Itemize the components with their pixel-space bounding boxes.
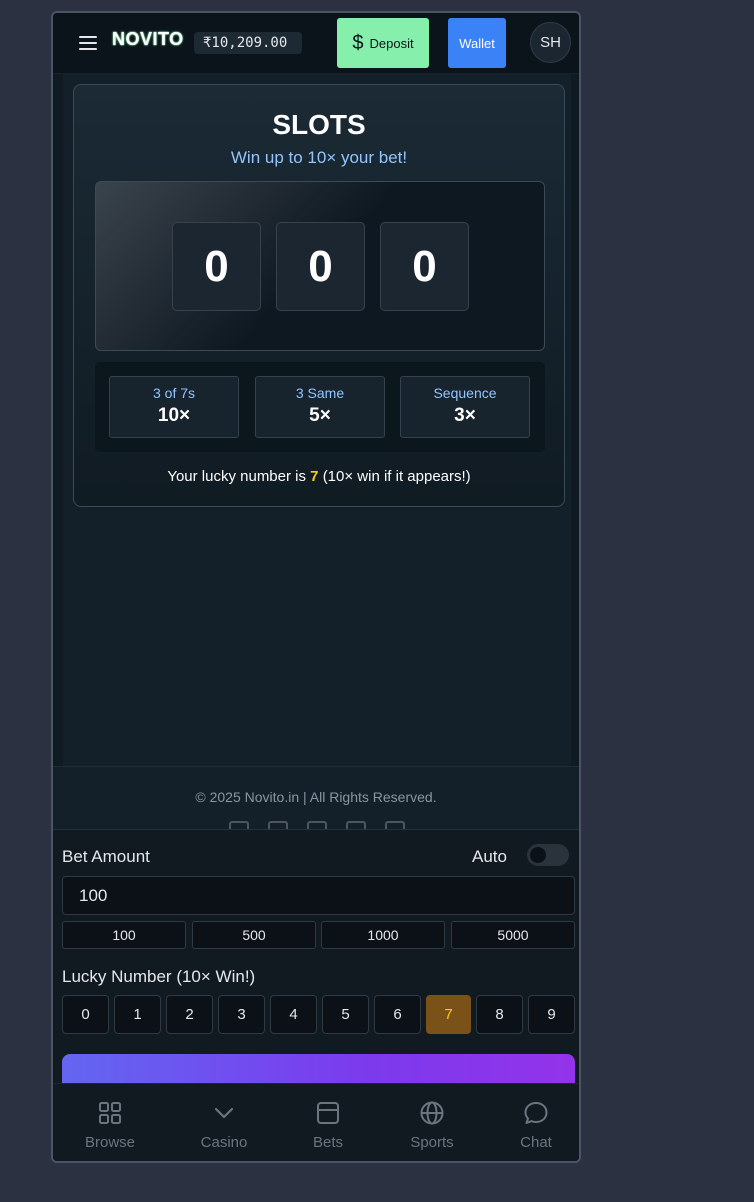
lucky-number-8[interactable]: 8	[476, 995, 523, 1034]
payout-multiplier: 5×	[309, 405, 331, 426]
lucky-prefix: Your lucky number is	[167, 468, 306, 485]
top-header: NOVITO ₹10,209.00 $ Deposit Wallet SH	[53, 13, 579, 74]
nav-browse[interactable]: Browse	[70, 1100, 150, 1151]
nav-label: Bets	[312, 1134, 343, 1151]
hamburger-menu-icon[interactable]	[79, 36, 97, 50]
lucky-number-5[interactable]: 5	[322, 995, 369, 1034]
nav-sports[interactable]: Sports	[392, 1100, 472, 1151]
copyright-text: © 2025 Novito.in | All Rights Reserved.	[195, 789, 437, 805]
reel-1: 0	[172, 222, 261, 311]
reel-window: 0 0 0	[95, 181, 545, 351]
deposit-button[interactable]: $ Deposit	[337, 18, 429, 68]
payout-three-same: 3 Same 5×	[255, 376, 385, 438]
payout-label: 3 Same	[295, 385, 345, 401]
nav-bets[interactable]: Bets	[288, 1100, 368, 1151]
chat-bubble-icon	[524, 1102, 548, 1124]
bet-amount-label: Bet Amount	[62, 847, 150, 866]
grid-icon	[99, 1102, 121, 1124]
payout-multiplier: 10×	[157, 405, 191, 426]
quick-bet-500[interactable]: 500	[192, 921, 316, 949]
quick-bet-100[interactable]: 100	[62, 921, 186, 949]
ticket-icon	[317, 1102, 339, 1124]
deposit-label: Deposit	[369, 35, 414, 51]
nav-label: Browse	[84, 1134, 136, 1151]
payout-table: 3 of 7s 10× 3 Same 5× Sequence 3×	[95, 362, 545, 452]
payout-label: 3 of 7s	[152, 385, 196, 401]
nav-casino[interactable]: Casino	[184, 1100, 264, 1151]
nav-label: Chat	[520, 1134, 552, 1151]
payout-multiplier: 3×	[454, 405, 476, 426]
app-frame: NOVITO ₹10,209.00 $ Deposit Wallet SH SL…	[51, 11, 581, 1163]
dollar-sign-icon: $	[352, 31, 364, 54]
lucky-number-7[interactable]: 7	[426, 995, 471, 1034]
lucky-number-1[interactable]: 1	[114, 995, 161, 1034]
lucky-number-value: 7	[310, 468, 319, 485]
reel-2: 0	[276, 222, 365, 311]
nav-chat[interactable]: Chat	[496, 1100, 576, 1151]
nav-label: Sports	[410, 1134, 454, 1151]
balance-display: ₹10,209.00	[194, 32, 302, 54]
auto-toggle[interactable]	[527, 844, 569, 866]
brand-logo[interactable]: NOVITO	[112, 29, 184, 50]
chevron-down-icon	[214, 1107, 234, 1119]
game-title: SLOTS	[272, 109, 366, 140]
site-footer: © 2025 Novito.in | All Rights Reserved.	[53, 766, 579, 833]
slots-game-card: SLOTS Win up to 10× your bet! 0 0 0 3 of…	[73, 84, 565, 507]
bet-controls-panel: Bet Amount Auto 100 500 1000 5000 Lucky …	[53, 829, 579, 1094]
wallet-button[interactable]: Wallet	[448, 18, 506, 68]
lucky-number-3[interactable]: 3	[218, 995, 265, 1034]
lucky-number-6[interactable]: 6	[374, 995, 421, 1034]
lucky-number-2[interactable]: 2	[166, 995, 213, 1034]
lucky-number-message: Your lucky number is 7 (10× win if it ap…	[74, 468, 564, 485]
auto-label: Auto	[472, 847, 507, 866]
payout-sequence: Sequence 3×	[400, 376, 530, 438]
quick-bet-5000[interactable]: 5000	[451, 921, 575, 949]
quick-bet-1000[interactable]: 1000	[321, 921, 445, 949]
lucky-number-0[interactable]: 0	[62, 995, 109, 1034]
lucky-number-label: Lucky Number (10× Win!)	[62, 967, 256, 986]
bottom-nav: Browse Casino Bets Sports Chat	[53, 1083, 579, 1161]
payout-three-sevens: 3 of 7s 10×	[109, 376, 239, 438]
toggle-knob	[530, 847, 546, 863]
bet-amount-input[interactable]	[62, 876, 575, 915]
nav-label: Casino	[200, 1134, 248, 1151]
user-avatar[interactable]: SH	[530, 22, 571, 63]
game-subtitle: Win up to 10× your bet!	[230, 148, 408, 167]
payout-label: Sequence	[433, 385, 497, 401]
lucky-number-9[interactable]: 9	[528, 995, 575, 1034]
lucky-number-4[interactable]: 4	[270, 995, 317, 1034]
globe-icon	[420, 1101, 444, 1125]
reel-3: 0	[380, 222, 469, 311]
lucky-suffix: (10× win if it appears!)	[322, 468, 471, 485]
